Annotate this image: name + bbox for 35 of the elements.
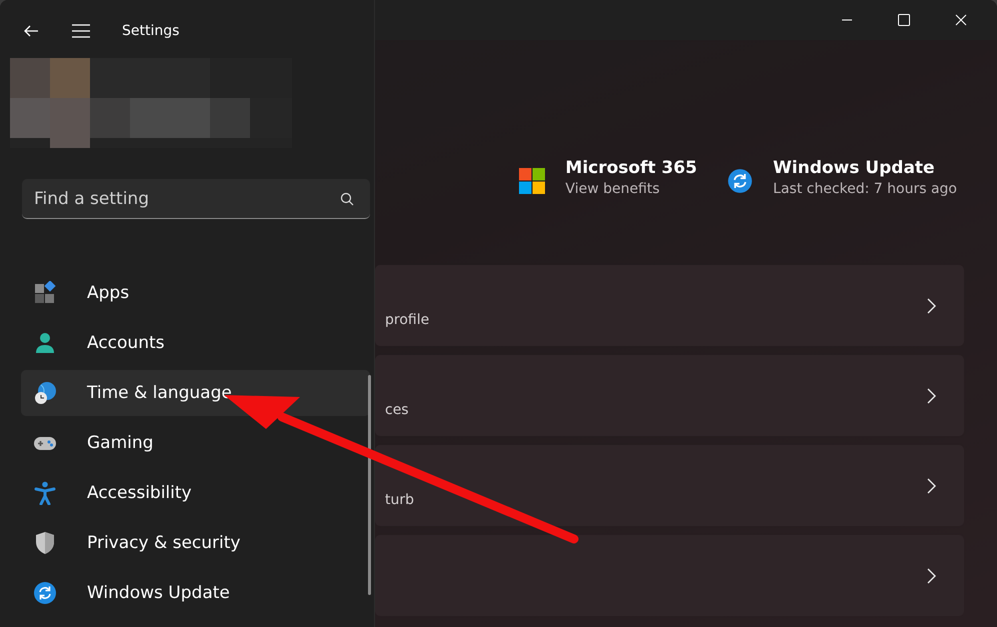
tile-subtitle: Last checked: 7 hours ago — [773, 181, 957, 197]
apps-icon — [33, 281, 57, 305]
chevron-icon — [926, 568, 936, 584]
search-icon — [340, 192, 354, 206]
search-field[interactable]: Find a setting — [22, 179, 370, 219]
globe-clock-icon — [33, 381, 57, 405]
four-squares-icon — [519, 168, 546, 194]
settings-card[interactable]: turb — [375, 445, 964, 526]
settings-card[interactable] — [375, 535, 964, 616]
sidebar-item[interactable]: Accounts — [21, 320, 370, 366]
sync-icon — [727, 168, 754, 194]
window-title: Settings — [122, 23, 180, 39]
sidebar-item[interactable]: Accessibility — [21, 470, 370, 516]
chevron-icon — [926, 478, 936, 494]
card-subtitle: turb — [385, 492, 414, 508]
person-icon — [33, 331, 57, 355]
maximize-icon — [898, 14, 910, 26]
back-arrow-icon — [23, 23, 39, 39]
settings-card[interactable]: profile — [375, 265, 964, 346]
sidebar-item[interactable]: Apps — [21, 270, 370, 316]
card-subtitle: ces — [385, 402, 409, 418]
close-icon — [954, 14, 966, 26]
sidebar-item[interactable]: Time & language — [21, 370, 370, 416]
chevron-icon — [926, 298, 936, 314]
tile-title[interactable]: Microsoft 365 — [565, 158, 698, 178]
scrollbar[interactable] — [368, 375, 371, 595]
menu-icon — [72, 24, 90, 38]
card-subtitle: profile — [385, 312, 430, 328]
chevron-icon — [926, 388, 936, 404]
settings-card[interactable]: ces — [375, 355, 964, 436]
tile-subtitle: View benefits — [565, 181, 661, 197]
sync-icon — [33, 581, 57, 605]
accessibility-icon — [33, 481, 57, 505]
tile-title[interactable]: Windows Update — [773, 158, 957, 178]
shield-icon — [33, 531, 57, 555]
